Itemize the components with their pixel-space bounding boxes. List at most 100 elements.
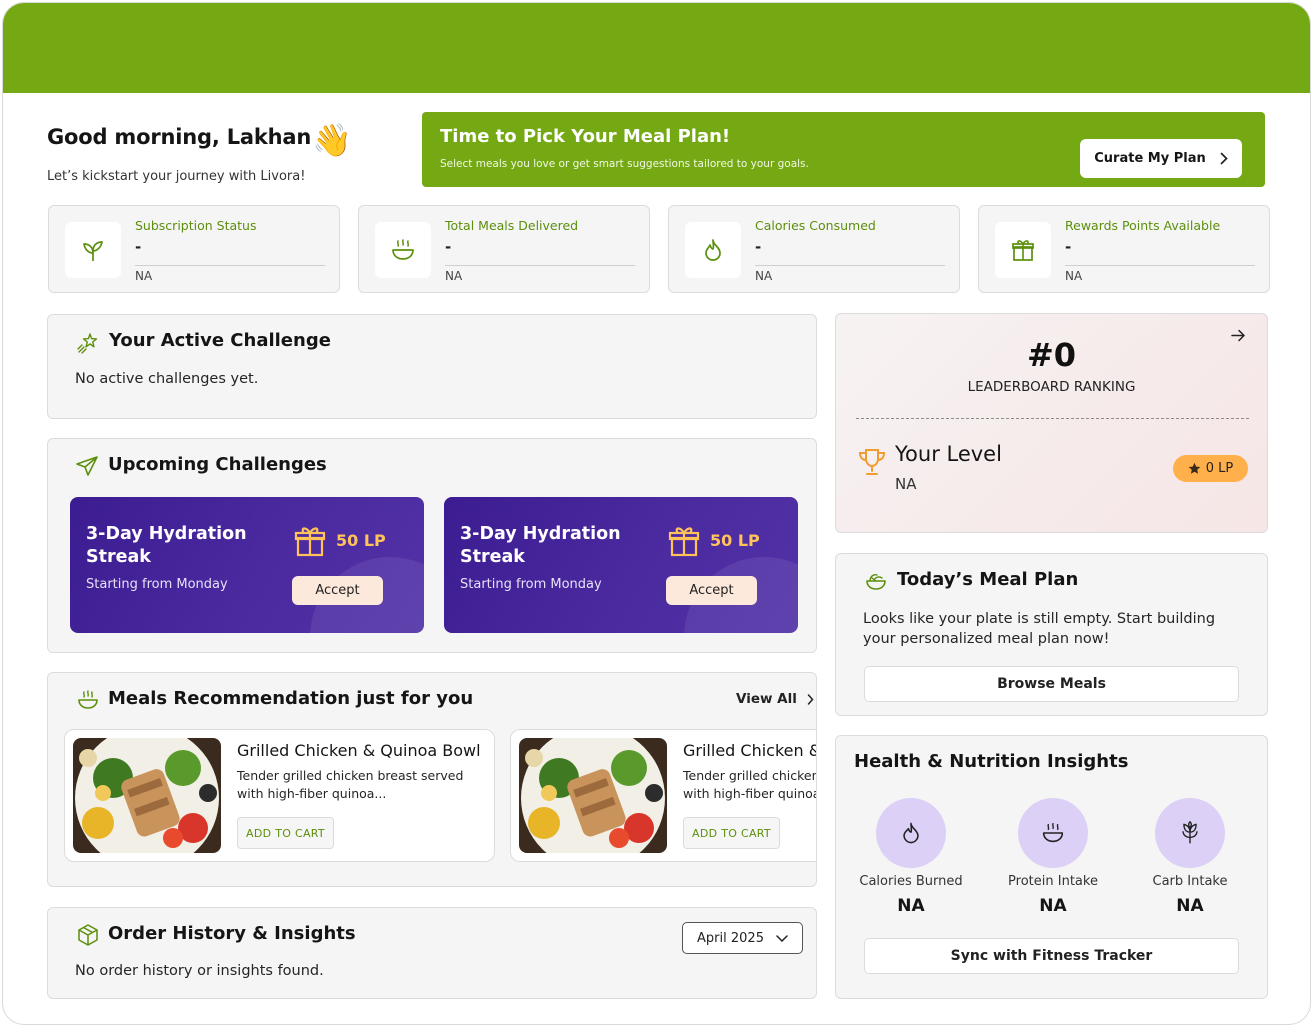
gift-icon bbox=[668, 527, 700, 557]
health-insights-title: Health & Nutrition Insights bbox=[854, 751, 1129, 772]
stat-subvalue: NA bbox=[1065, 269, 1083, 283]
stat-label: Subscription Status bbox=[135, 218, 257, 233]
stat-value: - bbox=[135, 238, 142, 256]
challenge-points: 50 LP bbox=[336, 531, 386, 550]
top-header-bar bbox=[3, 3, 1310, 93]
insight-protein-intake bbox=[1018, 798, 1088, 868]
active-challenge-title: Your Active Challenge bbox=[109, 330, 331, 351]
leaderboard-rank-label: LEADERBOARD RANKING bbox=[967, 379, 1136, 395]
view-all-link[interactable]: View All bbox=[736, 691, 814, 707]
selected-month: April 2025 bbox=[697, 930, 764, 946]
meal-description: Tender grilled chicken breast served wit… bbox=[237, 768, 464, 801]
stat-subvalue: NA bbox=[135, 269, 153, 283]
upcoming-challenges-title: Upcoming Challenges bbox=[108, 454, 327, 475]
chevron-right-icon bbox=[807, 693, 814, 705]
stat-icon-box bbox=[375, 222, 431, 278]
dashed-divider bbox=[856, 418, 1249, 419]
insight-value: NA bbox=[1039, 896, 1067, 916]
meal-title: Grilled Chicken & Quinoa Bowl bbox=[683, 741, 816, 760]
challenge-card: 3-Day Hydration Streak Starting from Mon… bbox=[70, 497, 424, 633]
bowl-icon bbox=[1042, 822, 1064, 843]
accept-challenge-button[interactable]: Accept bbox=[292, 576, 383, 605]
order-history-card: Order History & Insights April 2025 No o… bbox=[47, 907, 817, 999]
meal-image bbox=[519, 738, 667, 853]
meal-card[interactable]: Grilled Chicken & Quinoa Bowl Tender gri… bbox=[64, 729, 495, 862]
upcoming-challenges-card: Upcoming Challenges 3-Day Hydration Stre… bbox=[47, 438, 817, 653]
sync-fitness-tracker-button[interactable]: Sync with Fitness Tracker bbox=[864, 938, 1239, 974]
challenge-title: 3-Day Hydration Streak bbox=[460, 524, 621, 567]
insight-label: Carb Intake bbox=[1152, 874, 1228, 889]
active-challenge-card: Your Active Challenge No active challeng… bbox=[47, 314, 817, 419]
trophy-icon bbox=[858, 449, 886, 475]
greeting-subtitle: Let’s kickstart your journey with Livora… bbox=[47, 169, 306, 184]
challenge-card: 3-Day Hydration Streak Starting from Mon… bbox=[444, 497, 798, 633]
order-history-title: Order History & Insights bbox=[108, 923, 356, 944]
challenge-title: 3-Day Hydration Streak bbox=[86, 524, 247, 567]
leaderboard-rank: #0 bbox=[1026, 336, 1077, 374]
stat-card-meals-delivered: Total Meals Delivered - NA bbox=[358, 205, 650, 293]
divider bbox=[1065, 265, 1255, 266]
add-to-cart-button[interactable]: ADD TO CART bbox=[237, 817, 334, 849]
stat-card-calories: Calories Consumed - NA bbox=[668, 205, 960, 293]
insight-value: NA bbox=[897, 896, 925, 916]
stat-label: Total Meals Delivered bbox=[445, 218, 579, 233]
divider bbox=[135, 265, 325, 266]
star-icon bbox=[1188, 462, 1201, 474]
meal-card[interactable]: Grilled Chicken & Quinoa Bowl Tender gri… bbox=[510, 729, 817, 862]
gift-icon bbox=[1012, 240, 1034, 261]
divider bbox=[755, 265, 945, 266]
stat-icon-box bbox=[65, 222, 121, 278]
salad-bowl-icon bbox=[866, 574, 886, 590]
flame-icon bbox=[705, 239, 721, 261]
level-points: 0 LP bbox=[1205, 461, 1234, 476]
stat-value: - bbox=[755, 238, 762, 256]
stat-icon-box bbox=[685, 222, 741, 278]
stat-value: - bbox=[445, 238, 452, 256]
stat-icon-box bbox=[995, 222, 1051, 278]
waving-hand-icon: 👋 bbox=[312, 121, 352, 159]
meal-title: Grilled Chicken & Quinoa Bowl bbox=[237, 741, 481, 760]
insight-icon-circle bbox=[1155, 798, 1225, 868]
meal-plan-banner: Time to Pick Your Meal Plan! Select meal… bbox=[422, 112, 1265, 187]
todays-meal-plan-title: Today’s Meal Plan bbox=[897, 569, 1079, 590]
chevron-down-icon bbox=[776, 934, 788, 942]
stat-subvalue: NA bbox=[755, 269, 773, 283]
your-level-title: Your Level bbox=[895, 442, 1002, 466]
banner-subtitle: Select meals you love or get smart sugge… bbox=[440, 158, 809, 170]
month-select-dropdown[interactable]: April 2025 bbox=[682, 922, 803, 954]
meal-plan-empty-text: Looks like your plate is still empty. St… bbox=[863, 611, 1216, 647]
banner-title: Time to Pick Your Meal Plan! bbox=[440, 126, 731, 147]
insight-label: Calories Burned bbox=[859, 874, 963, 889]
grain-icon bbox=[1182, 821, 1198, 844]
paper-plane-icon bbox=[76, 456, 98, 476]
stat-value: - bbox=[1065, 238, 1072, 256]
active-challenge-empty-text: No active challenges yet. bbox=[75, 371, 259, 387]
challenge-subtitle: Starting from Monday bbox=[460, 577, 602, 592]
insight-calories-burned bbox=[876, 798, 946, 868]
insight-label: Protein Intake bbox=[1008, 874, 1098, 889]
challenge-points: 50 LP bbox=[710, 531, 760, 550]
meal-description: Tender grilled chicken breast served wit… bbox=[683, 768, 817, 801]
leaderboard-card: #0 LEADERBOARD RANKING Your Level NA 0 L… bbox=[835, 313, 1268, 533]
challenge-subtitle: Starting from Monday bbox=[86, 577, 228, 592]
curate-my-plan-button[interactable]: Curate My Plan bbox=[1080, 139, 1242, 178]
meal-image bbox=[73, 738, 221, 853]
divider bbox=[445, 265, 635, 266]
insight-icon-circle bbox=[876, 798, 946, 868]
stat-card-subscription: Subscription Status - NA bbox=[48, 205, 340, 293]
browse-meals-button[interactable]: Browse Meals bbox=[864, 666, 1239, 702]
order-history-empty-text: No order history or insights found. bbox=[75, 963, 324, 979]
flame-icon bbox=[903, 822, 919, 844]
insight-carb-intake bbox=[1155, 798, 1225, 868]
leaf-icon bbox=[83, 241, 103, 261]
package-box-icon bbox=[78, 924, 98, 946]
add-to-cart-button[interactable]: ADD TO CART bbox=[683, 817, 780, 849]
stat-card-rewards: Rewards Points Available - NA bbox=[978, 205, 1270, 293]
accept-challenge-button[interactable]: Accept bbox=[666, 576, 757, 605]
meals-recommendation-title: Meals Recommendation just for you bbox=[108, 688, 474, 709]
sparkle-star-icon bbox=[77, 333, 98, 354]
insight-icon-circle bbox=[1018, 798, 1088, 868]
todays-meal-plan-card: Today’s Meal Plan Looks like your plate … bbox=[835, 553, 1268, 716]
meals-recommendation-card: Meals Recommendation just for you View A… bbox=[47, 672, 817, 887]
level-points-badge: 0 LP bbox=[1173, 455, 1248, 482]
